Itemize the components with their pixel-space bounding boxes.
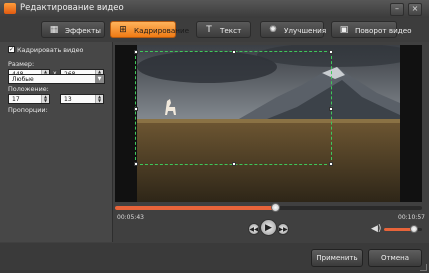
close-icon[interactable]: ×: [408, 3, 422, 16]
current-time: 00:05:43: [117, 214, 144, 221]
video-edit-window: Редактирование видео – × ▦ Эффекты ⊞ Кад…: [0, 0, 429, 273]
tab-text[interactable]: T Текст: [196, 21, 251, 38]
previous-frame-button[interactable]: ◀◀: [248, 223, 260, 235]
total-time: 00:10:57: [398, 214, 425, 221]
seek-thumb[interactable]: [270, 203, 280, 212]
crop-handle[interactable]: [232, 50, 236, 54]
crop-handle[interactable]: [134, 162, 138, 166]
tab-enhance[interactable]: ✺ Улучшения: [260, 21, 326, 38]
size-label: Размер:: [8, 60, 35, 68]
text-icon: T: [206, 25, 212, 35]
crop-video-checkbox-label: Кадрировать видео: [17, 46, 84, 54]
crop-handle[interactable]: [329, 50, 333, 54]
play-button[interactable]: ▶: [260, 219, 277, 236]
apply-button[interactable]: Применить: [311, 249, 363, 267]
position-x-spinbox[interactable]: 17 ▲ ▼: [8, 94, 50, 104]
ratio-label: Пропорции:: [8, 106, 48, 114]
ratio-select[interactable]: Любые ▼: [8, 74, 105, 84]
rotate-icon: ▣: [339, 25, 349, 35]
crop-handle[interactable]: [232, 162, 236, 166]
volume-icon[interactable]: ◀): [371, 224, 381, 234]
tab-effects[interactable]: ▦ Эффекты: [41, 21, 105, 38]
title-bar: Редактирование видео – ×: [0, 0, 429, 19]
crop-video-checkbox[interactable]: ✓: [8, 46, 15, 53]
crop-handle[interactable]: [134, 50, 138, 54]
next-frame-button[interactable]: ▶▶: [277, 223, 289, 235]
minimize-icon[interactable]: –: [390, 3, 404, 16]
crop-rectangle[interactable]: [134, 50, 333, 166]
seek-progress: [115, 206, 275, 210]
spin-arrows-icon[interactable]: ▲▼: [95, 95, 103, 103]
video-preview[interactable]: [115, 45, 422, 202]
film-effects-icon: ▦: [49, 25, 59, 35]
position-label: Положение:: [8, 85, 49, 93]
app-logo-icon: [4, 3, 16, 14]
seek-bar[interactable]: [115, 203, 422, 212]
window-title: Редактирование видео: [20, 3, 124, 13]
crop-handle[interactable]: [329, 107, 333, 111]
toolbar: ▦ Эффекты ⊞ Кадрирование T Текст ✺ Улучш…: [0, 18, 429, 42]
cancel-button[interactable]: Отмена: [368, 249, 422, 267]
volume-slider[interactable]: [384, 225, 422, 233]
dialog-footer: Применить Отмена: [0, 243, 429, 273]
play-icon: ▶: [265, 223, 272, 233]
crop-settings-panel: ✓ Кадрировать видео Размер: 448▲▼ x 268▲…: [0, 42, 113, 242]
resize-grip-icon[interactable]: [420, 264, 427, 271]
skip-back-icon: ◀◀: [249, 226, 259, 233]
enhance-icon: ✺: [269, 25, 277, 35]
position-y-spinbox[interactable]: 13 ▲ ▼: [60, 94, 104, 104]
skip-forward-icon: ▶▶: [278, 226, 288, 233]
tab-crop[interactable]: ⊞ Кадрирование: [110, 21, 189, 38]
spin-arrows-icon[interactable]: ▲▼: [41, 95, 49, 103]
crop-handle[interactable]: [329, 162, 333, 166]
crop-icon: ⊞: [119, 25, 127, 35]
tab-rotate[interactable]: ▣ Поворот видео: [331, 21, 412, 38]
crop-handle[interactable]: [134, 107, 138, 111]
chevron-down-icon: ▼: [95, 75, 104, 83]
volume-thumb[interactable]: [410, 225, 419, 233]
